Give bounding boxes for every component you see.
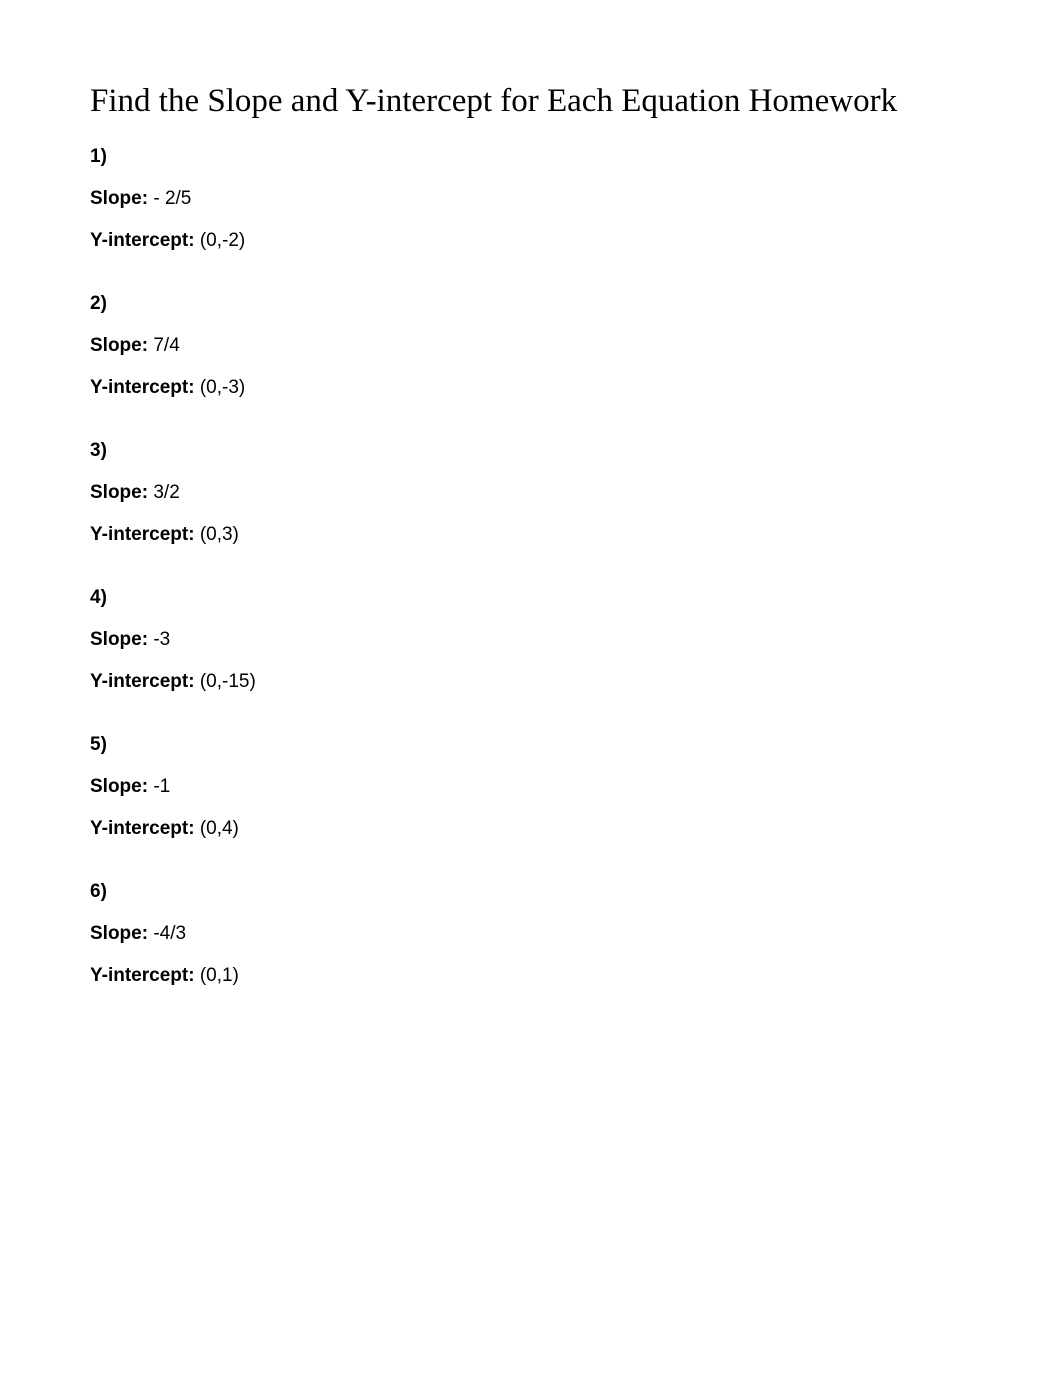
y-intercept-label: Y-intercept:: [90, 524, 195, 545]
y-intercept-line: Y-intercept: (0,1): [90, 965, 972, 987]
y-intercept-label: Y-intercept:: [90, 230, 195, 251]
y-intercept-value: (0,-3): [200, 377, 245, 398]
section-divider: ----------------------------------------…: [90, 278, 972, 279]
slope-value: 3/2: [153, 482, 179, 503]
y-intercept-value: (0,-15): [200, 671, 256, 692]
slope-line: Slope: - 2/5: [90, 188, 972, 210]
y-intercept-line: Y-intercept: (0,-2): [90, 230, 972, 252]
problem-number: 2): [90, 293, 972, 315]
section-divider: ----------------------------------------…: [90, 866, 972, 867]
problem-number: 4): [90, 587, 972, 609]
slope-line: Slope: -4/3: [90, 923, 972, 945]
y-intercept-label: Y-intercept:: [90, 965, 195, 986]
slope-label: Slope:: [90, 776, 148, 797]
y-intercept-label: Y-intercept:: [90, 671, 195, 692]
y-intercept-line: Y-intercept: (0,-15): [90, 671, 972, 693]
slope-line: Slope: -1: [90, 776, 972, 798]
y-intercept-line: Y-intercept: (0,-3): [90, 377, 972, 399]
slope-label: Slope:: [90, 923, 148, 944]
slope-label: Slope:: [90, 188, 148, 209]
problem-block: 6) Slope: -4/3 Y-intercept: (0,1): [90, 867, 972, 1013]
slope-value: -3: [153, 629, 170, 650]
problem-number: 1): [90, 146, 972, 168]
section-divider: ----------------------------------------…: [90, 425, 972, 426]
slope-label: Slope:: [90, 482, 148, 503]
problem-block: 3) Slope: 3/2 Y-intercept: (0,3): [90, 426, 972, 572]
y-intercept-value: (0,3): [200, 524, 239, 545]
problem-block: 5) Slope: -1 Y-intercept: (0,4): [90, 720, 972, 866]
problems-container: ----------------------------------------…: [90, 131, 972, 1014]
slope-line: Slope: 7/4: [90, 335, 972, 357]
y-intercept-label: Y-intercept:: [90, 818, 195, 839]
problem-block: 2) Slope: 7/4 Y-intercept: (0,-3): [90, 279, 972, 425]
slope-label: Slope:: [90, 335, 148, 356]
y-intercept-value: (0,4): [200, 818, 239, 839]
slope-value: -1: [153, 776, 170, 797]
slope-value: 7/4: [153, 335, 179, 356]
slope-label: Slope:: [90, 629, 148, 650]
problem-block: 4) Slope: -3 Y-intercept: (0,-15): [90, 573, 972, 719]
problem-number: 5): [90, 734, 972, 756]
section-divider: ----------------------------------------…: [90, 572, 972, 573]
document-page: Find the Slope and Y-intercept for Each …: [0, 0, 1062, 1074]
y-intercept-value: (0,-2): [200, 230, 245, 251]
section-divider: ----------------------------------------…: [90, 131, 972, 132]
slope-line: Slope: 3/2: [90, 482, 972, 504]
section-divider: ----------------------------------------…: [90, 719, 972, 720]
page-title: Find the Slope and Y-intercept for Each …: [90, 80, 972, 123]
y-intercept-value: (0,1): [200, 965, 239, 986]
slope-value: - 2/5: [153, 188, 191, 209]
problem-block: 1) Slope: - 2/5 Y-intercept: (0,-2): [90, 132, 972, 278]
y-intercept-line: Y-intercept: (0,4): [90, 818, 972, 840]
section-divider: ----------------------------------------…: [90, 1013, 972, 1014]
problem-number: 3): [90, 440, 972, 462]
y-intercept-label: Y-intercept:: [90, 377, 195, 398]
slope-value: -4/3: [153, 923, 186, 944]
y-intercept-line: Y-intercept: (0,3): [90, 524, 972, 546]
slope-line: Slope: -3: [90, 629, 972, 651]
problem-number: 6): [90, 881, 972, 903]
